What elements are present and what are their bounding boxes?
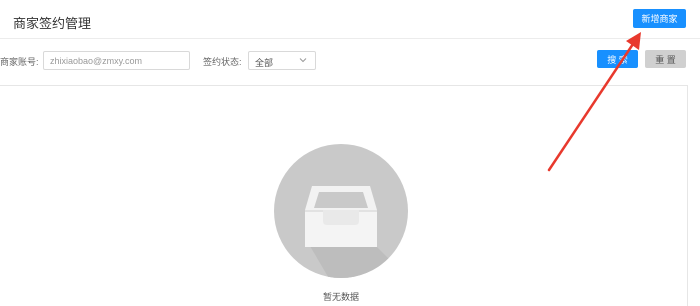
account-input[interactable] — [43, 51, 190, 70]
chevron-down-icon — [299, 58, 307, 63]
status-label: 签约状态: — [203, 57, 242, 67]
status-select-value: 全部 — [255, 58, 274, 68]
status-select[interactable]: 全部 — [248, 51, 316, 70]
add-merchant-button[interactable]: 新增商家 — [633, 9, 686, 28]
page-title: 商家签约管理 — [13, 16, 92, 31]
inbox-icon — [274, 144, 408, 278]
reset-button[interactable]: 重 置 — [645, 50, 686, 68]
empty-text: 暂无数据 — [322, 292, 359, 302]
search-button[interactable]: 搜 索 — [597, 50, 638, 68]
page-header: 商家签约管理 新增商家 — [0, 0, 700, 39]
account-label: 商家账号: — [0, 57, 39, 67]
